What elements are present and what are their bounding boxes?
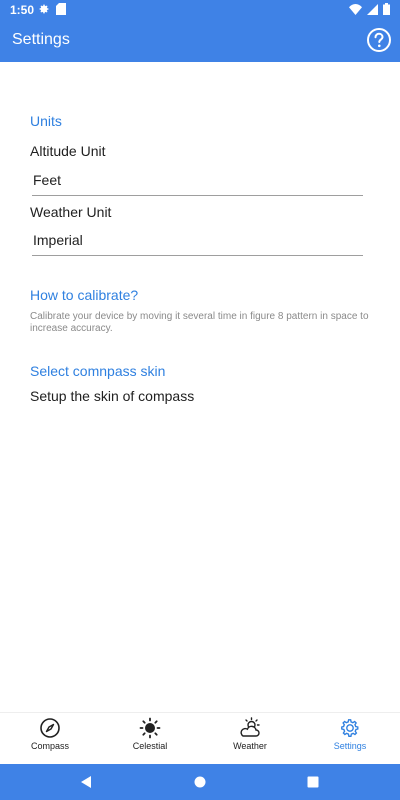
nav-label: Weather: [233, 741, 267, 751]
app-bar: Settings: [0, 20, 400, 62]
system-navigation-bar: [0, 764, 400, 800]
status-bar: 1:50: [0, 0, 400, 20]
help-icon[interactable]: [366, 27, 392, 53]
page-title: Settings: [12, 31, 70, 48]
home-icon[interactable]: [191, 773, 209, 791]
nav-label: Compass: [30, 741, 69, 751]
nav-compass[interactable]: Compass: [0, 713, 100, 764]
signal-icon: [367, 3, 378, 15]
nav-label: Celestial: [132, 741, 168, 751]
sun-icon: [139, 717, 161, 739]
sd-card-icon: [56, 3, 66, 15]
nav-weather[interactable]: Weather: [200, 713, 300, 764]
calibrate-header[interactable]: How to calibrate?: [30, 287, 138, 303]
nav-settings[interactable]: Settings: [300, 713, 400, 764]
battery-icon: [383, 3, 390, 15]
settings-content: Units Altitude Unit Feet Weather Unit Im…: [0, 62, 400, 712]
status-time: 1:50: [10, 3, 35, 17]
bottom-navigation: Compass Celestial Weather Settings: [0, 712, 400, 764]
compass-skin-description[interactable]: Setup the skin of compass: [30, 388, 194, 404]
altitude-unit-label: Altitude Unit: [30, 143, 106, 159]
weather-unit-field[interactable]: Imperial: [32, 228, 363, 256]
recents-icon[interactable]: [304, 773, 322, 791]
weather-icon: [240, 717, 260, 737]
back-icon[interactable]: [78, 773, 96, 791]
nav-label: Settings: [333, 741, 367, 751]
compass-icon: [40, 718, 60, 738]
gear-icon: [341, 719, 359, 737]
weather-unit-label: Weather Unit: [30, 204, 112, 220]
wifi-icon: [349, 3, 362, 15]
compass-skin-header[interactable]: Select comnpass skin: [30, 363, 165, 379]
units-header: Units: [30, 113, 62, 129]
nav-celestial[interactable]: Celestial: [100, 713, 200, 764]
calibrate-description: Calibrate your device by moving it sever…: [30, 311, 369, 334]
gear-status-icon: [39, 4, 49, 14]
altitude-unit-field[interactable]: Feet: [32, 168, 363, 196]
